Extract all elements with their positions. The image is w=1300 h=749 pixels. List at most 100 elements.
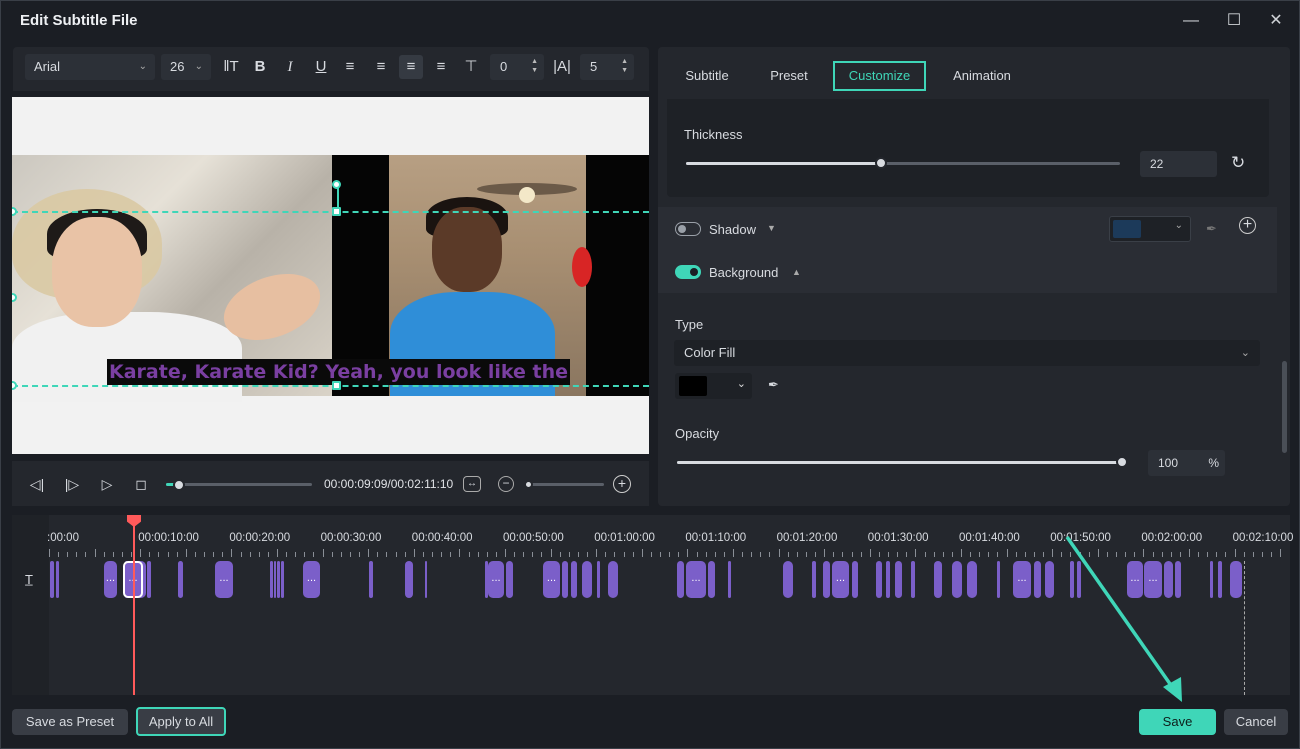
subtitle-clip[interactable] <box>934 561 942 598</box>
rotate-handle[interactable] <box>332 180 341 189</box>
subtitle-clip[interactable] <box>823 561 830 598</box>
subtitle-clip[interactable] <box>852 561 858 598</box>
align-right-icon[interactable]: ≡ <box>369 55 393 79</box>
resize-handle-top[interactable] <box>332 207 341 216</box>
subtitle-clip[interactable] <box>147 561 151 598</box>
subtitle-clip[interactable] <box>895 561 902 598</box>
subtitle-clip[interactable]: ... <box>303 561 320 598</box>
resize-handle-bottom[interactable] <box>332 381 341 390</box>
fit-icon[interactable]: ↔ <box>463 476 481 492</box>
close-icon[interactable]: ✕ <box>1261 9 1291 33</box>
subtitle-clip[interactable] <box>56 561 59 598</box>
subtitle-clip[interactable] <box>369 561 373 598</box>
cancel-button[interactable]: Cancel <box>1224 709 1288 735</box>
subtitle-clip[interactable] <box>1210 561 1213 598</box>
reset-icon[interactable]: ↻ <box>1231 153 1245 173</box>
playback-progress-track[interactable] <box>166 483 312 486</box>
subtitle-clip[interactable] <box>997 561 1000 598</box>
stop-icon[interactable]: ◻ <box>130 473 152 495</box>
subtitle-clip[interactable] <box>178 561 183 598</box>
subtitle-clip[interactable] <box>50 561 54 598</box>
type-select[interactable]: Color Fill ⌄ <box>674 340 1260 366</box>
subtitle-clip[interactable] <box>812 561 816 598</box>
zoom-in-icon[interactable]: + <box>613 475 631 493</box>
italic-icon[interactable]: I <box>278 55 302 79</box>
add-icon[interactable]: + <box>1239 217 1256 234</box>
subtitle-clip[interactable] <box>582 561 592 598</box>
subtitle-clip[interactable] <box>270 561 273 598</box>
background-collapse-icon[interactable]: ▲ <box>792 267 801 277</box>
subtitle-clip[interactable] <box>708 561 715 598</box>
subtitle-clip[interactable] <box>876 561 882 598</box>
fill-color-picker[interactable]: ⌄ <box>675 373 752 399</box>
subtitle-clip[interactable]: ... <box>488 561 504 598</box>
shadow-toggle[interactable] <box>675 222 701 236</box>
shadow-color-picker[interactable]: ⌄ <box>1109 216 1191 242</box>
panel-scrollbar[interactable] <box>1282 361 1287 453</box>
zoom-out-icon[interactable]: − <box>498 476 514 492</box>
subtitle-clip[interactable] <box>967 561 977 598</box>
subtitle-clip[interactable] <box>952 561 962 598</box>
tab-animation[interactable]: Animation <box>946 61 1018 91</box>
subtitle-clip[interactable] <box>425 561 427 598</box>
save-button[interactable]: Save <box>1139 709 1216 735</box>
subtitle-clip[interactable] <box>886 561 890 598</box>
playhead-line[interactable] <box>133 515 135 695</box>
eyedropper-icon[interactable]: ✒ <box>768 377 779 393</box>
opacity-input[interactable]: 100 % <box>1148 450 1225 476</box>
subtitle-clip[interactable] <box>783 561 793 598</box>
subtitle-clip[interactable]: ... <box>832 561 849 598</box>
bold-icon[interactable]: B <box>248 55 272 79</box>
align-center-icon[interactable]: ≡ <box>399 55 423 79</box>
tab-customize[interactable]: Customize <box>833 61 926 91</box>
text-spacing-icon[interactable]: ‖T <box>219 55 243 79</box>
subtitle-clip[interactable]: ... <box>104 561 117 598</box>
next-frame-icon[interactable]: |▷ <box>61 473 83 495</box>
minimize-icon[interactable]: — <box>1176 9 1206 33</box>
subtitle-clip[interactable] <box>728 561 731 598</box>
thickness-slider-track[interactable] <box>686 162 1120 165</box>
previous-frame-icon[interactable]: ◁| <box>26 473 48 495</box>
subtitle-clip[interactable] <box>562 561 568 598</box>
apply-to-all-button[interactable]: Apply to All <box>136 707 226 736</box>
subtitle-clip[interactable] <box>911 561 915 598</box>
text-top-icon[interactable]: ⊤ <box>459 55 483 79</box>
stepper-arrows-icon[interactable]: ▲ ▼ <box>621 57 628 75</box>
subtitle-clip[interactable] <box>571 561 577 598</box>
subtitle-clip[interactable]: ... <box>686 561 706 598</box>
font-size-select[interactable]: 26 ⌄ <box>161 54 211 80</box>
subtitle-clip[interactable] <box>1230 561 1242 598</box>
video-preview[interactable]: Karate, Karate Kid? Yeah, you look like … <box>12 97 649 454</box>
subtitle-clip[interactable] <box>608 561 618 598</box>
letter-spacing-stepper[interactable]: 0 ▲ ▼ <box>490 54 544 80</box>
justify-icon[interactable]: ≡ <box>429 55 453 79</box>
subtitle-clip[interactable] <box>277 561 280 598</box>
subtitle-clip[interactable] <box>1045 561 1054 598</box>
subtitle-clip[interactable] <box>274 561 276 598</box>
eyedropper-icon[interactable]: ✒ <box>1206 221 1217 237</box>
play-icon[interactable]: ▷ <box>96 473 118 495</box>
subtitle-clip[interactable] <box>281 561 284 598</box>
thickness-input[interactable]: 22 <box>1140 151 1217 177</box>
maximize-icon[interactable]: ☐ <box>1219 9 1249 33</box>
subtitle-clip[interactable] <box>677 561 684 598</box>
zoom-slider[interactable] <box>524 480 533 489</box>
subtitle-clip[interactable] <box>405 561 413 598</box>
font-select[interactable]: Arial ⌄ <box>25 54 155 80</box>
line-spacing-stepper[interactable]: 5 ▲ ▼ <box>580 54 634 80</box>
underline-icon[interactable]: U <box>309 55 333 79</box>
subtitle-clip[interactable] <box>1034 561 1041 598</box>
opacity-slider-knob[interactable] <box>1116 456 1128 468</box>
subtitle-clip[interactable]: ... <box>1013 561 1031 598</box>
opacity-slider-track[interactable] <box>677 461 1122 464</box>
playhead-handle[interactable] <box>127 515 141 527</box>
subtitle-clip[interactable]: ... <box>543 561 560 598</box>
shadow-expand-icon[interactable]: ▼ <box>767 223 776 233</box>
tab-subtitle[interactable]: Subtitle <box>676 61 738 91</box>
subtitle-clip[interactable] <box>506 561 513 598</box>
align-left-icon[interactable]: ≡ <box>338 55 362 79</box>
subtitle-clip[interactable]: ... <box>215 561 233 598</box>
thickness-slider-knob[interactable] <box>875 157 888 169</box>
subtitle-clip[interactable] <box>1218 561 1222 598</box>
background-toggle[interactable] <box>675 265 701 279</box>
